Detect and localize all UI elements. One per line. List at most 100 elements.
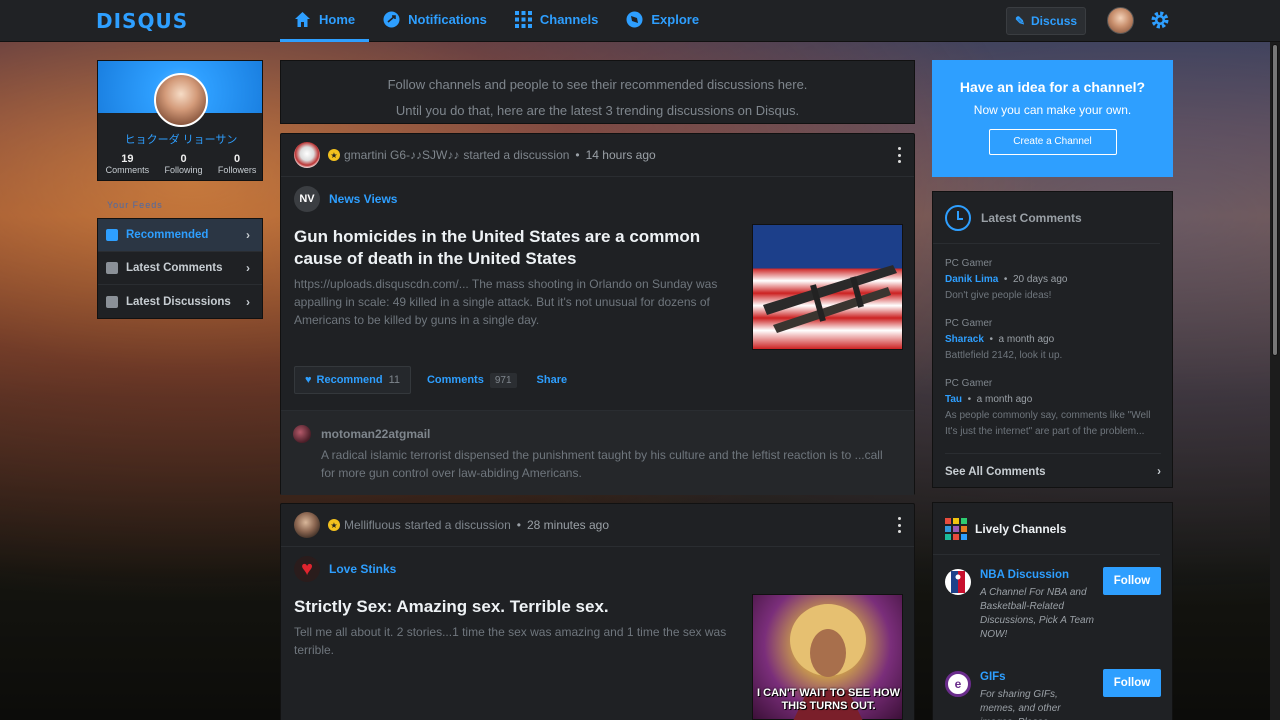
discuss-button[interactable]: ✎ Discuss xyxy=(1006,7,1086,35)
comment-forum[interactable]: PC Gamer xyxy=(945,376,1165,392)
author-avatar[interactable] xyxy=(294,142,320,168)
stat-comments[interactable]: 19 Comments xyxy=(106,153,150,175)
comments-count: 971 xyxy=(489,372,517,388)
stat-followers[interactable]: 0 Followers xyxy=(218,153,257,175)
discussion-title[interactable]: Strictly Sex: Amazing sex. Terrible sex. xyxy=(294,596,734,618)
intro-banner: Follow channels and people to see their … xyxy=(280,60,915,124)
comment-time: a month ago xyxy=(998,334,1055,345)
sidebar-item-label: Latest Comments xyxy=(126,262,223,274)
feeds-heading: Your Feeds xyxy=(107,200,163,210)
edit-icon: ✎ xyxy=(1014,14,1026,28)
latest-comment-item[interactable]: PC Gamer Danik Lima • 20 days ago Don't … xyxy=(945,256,1165,304)
lively-channels-panel: Lively Channels NBA Discussion A Channel… xyxy=(932,502,1173,720)
profile-avatar[interactable] xyxy=(154,73,208,127)
nav-home-label: Home xyxy=(319,12,356,27)
post-action: started a discussion xyxy=(463,148,570,162)
nav-notifications-label: Notifications xyxy=(408,12,487,27)
channel-name[interactable]: GIFs xyxy=(980,671,1006,683)
author-name[interactable]: gmartini G6-♪♪SJW♪♪ xyxy=(344,148,459,162)
separator-dot: • xyxy=(575,148,580,162)
channels-grid-icon xyxy=(514,11,532,28)
home-icon xyxy=(294,11,311,28)
sidebar-item-latest-comments[interactable]: Latest Comments › xyxy=(98,252,262,285)
heart-icon xyxy=(106,229,118,241)
post-time[interactable]: 28 minutes ago xyxy=(527,518,609,532)
discussion-image[interactable] xyxy=(752,224,903,350)
sidebar-item-recommended[interactable]: Recommended › xyxy=(98,219,262,252)
nav-channels[interactable]: Channels xyxy=(501,0,613,42)
comment-text: Battlefield 2142, look it up. xyxy=(945,350,1063,361)
channel-name: News Views xyxy=(329,192,398,206)
user-avatar[interactable] xyxy=(1107,7,1134,34)
recommend-count: 11 xyxy=(388,374,400,386)
channel-item[interactable]: e GIFs For sharing GIFs, memes, and othe… xyxy=(945,669,1165,720)
more-options-icon[interactable] xyxy=(898,147,902,163)
follow-button[interactable]: Follow xyxy=(1103,567,1161,595)
disqus-logo[interactable]: DISQUS xyxy=(96,9,188,33)
comment-text: Don't give people ideas! xyxy=(945,290,1052,301)
comment-text: A radical islamic terrorist dispensed th… xyxy=(321,448,883,480)
commenter-name[interactable]: motoman22atgmail xyxy=(321,427,430,441)
share-link[interactable]: Share xyxy=(537,374,568,386)
latest-comment-item[interactable]: PC Gamer Sharack • a month ago Battlefie… xyxy=(945,316,1165,364)
comment-author[interactable]: Danik Lima xyxy=(945,274,998,285)
main-nav: Home Notifications Channels Explore xyxy=(280,0,713,42)
channel-link[interactable]: NV News Views xyxy=(294,186,397,212)
discussion-actions: ♥ Recommend 11 Comments 971 Share xyxy=(294,366,567,394)
commenter-avatar[interactable] xyxy=(293,425,311,443)
create-channel-button[interactable]: Create a Channel xyxy=(988,129,1117,155)
follow-button[interactable]: Follow xyxy=(1103,669,1161,697)
heart-icon: ♥ xyxy=(305,374,312,386)
post-action: started a discussion xyxy=(404,518,511,532)
channel-link[interactable]: ♥ Love Stinks xyxy=(294,556,396,582)
discussion-title[interactable]: Gun homicides in the United States are a… xyxy=(294,226,734,270)
author-avatar[interactable] xyxy=(294,512,320,538)
author-name[interactable]: Mellifluous xyxy=(344,518,401,532)
more-options-icon[interactable] xyxy=(898,517,902,533)
nav-explore[interactable]: Explore xyxy=(612,0,713,42)
comment-forum[interactable]: PC Gamer xyxy=(945,316,1165,332)
comment-author[interactable]: Tau xyxy=(945,394,962,405)
latest-comment-item[interactable]: PC Gamer Tau • a month ago As people com… xyxy=(945,376,1165,440)
list-icon xyxy=(106,295,118,308)
intro-line-2: Until you do that, here are the latest 3… xyxy=(395,103,800,118)
panel-title: Latest Comments xyxy=(981,210,1082,225)
comments-link[interactable]: Comments 971 xyxy=(427,372,517,388)
recommend-button[interactable]: ♥ Recommend 11 xyxy=(294,366,411,394)
sidebar-item-label: Latest Discussions xyxy=(126,295,231,308)
nav-home[interactable]: Home xyxy=(280,0,370,42)
nba-logo-icon[interactable] xyxy=(945,569,971,595)
see-all-comments-link[interactable]: See All Comments › xyxy=(945,453,1161,489)
channel-name[interactable]: NBA Discussion xyxy=(980,569,1069,581)
sidebar-item-latest-discussions[interactable]: Latest Discussions › xyxy=(98,285,262,318)
discussion-image[interactable]: I CAN'T WAIT TO SEE HOW THIS TURNS OUT. xyxy=(752,594,903,720)
star-badge-icon: ★ xyxy=(328,149,340,161)
scrollbar-thumb[interactable] xyxy=(1272,44,1278,356)
top-comment[interactable]: motoman22atgmail A radical islamic terro… xyxy=(281,410,914,495)
profile-name[interactable]: ヒョクーダ リョーサン xyxy=(98,131,264,147)
page-scrollbar[interactable] xyxy=(1270,42,1280,720)
profile-stats: 19 Comments 0 Following 0 Followers xyxy=(98,153,264,175)
discussion-card: ★ gmartini G6-♪♪SJW♪♪ started a discussi… xyxy=(280,133,915,495)
post-time[interactable]: 14 hours ago xyxy=(586,148,656,162)
panel-header: Lively Channels xyxy=(933,503,1160,555)
comment-icon xyxy=(106,262,118,274)
image-caption: I CAN'T WAIT TO SEE HOW THIS TURNS OUT. xyxy=(757,687,900,712)
create-channel-promo: Have an idea for a channel? Now you can … xyxy=(932,60,1173,177)
profile-card: ヒョクーダ リョーサン 19 Comments 0 Following 0 Follo… xyxy=(97,60,263,181)
comment-text: As people commonly say, comments like "W… xyxy=(945,410,1151,437)
star-badge-icon: ★ xyxy=(328,519,340,531)
comment-forum[interactable]: PC Gamer xyxy=(945,256,1165,272)
comment-time: a month ago xyxy=(976,394,1033,405)
channel-item[interactable]: NBA Discussion A Channel For NBA and Bas… xyxy=(945,567,1165,649)
comment-author[interactable]: Sharack xyxy=(945,334,984,345)
gifs-logo-icon[interactable]: e xyxy=(945,671,971,697)
card-header: ★ Mellifluous started a discussion • 28 … xyxy=(281,504,914,547)
chevron-right-icon: › xyxy=(246,294,250,309)
discussion-excerpt: https://uploads.disquscdn.com/... The ma… xyxy=(294,277,718,327)
promo-subtitle: Now you can make your own. xyxy=(973,103,1132,117)
stat-following[interactable]: 0 Following xyxy=(164,153,202,175)
channel-description: A Channel For NBA and Basketball-Related… xyxy=(980,587,1094,640)
nav-notifications[interactable]: Notifications xyxy=(369,0,501,42)
gear-icon[interactable] xyxy=(1150,10,1170,30)
